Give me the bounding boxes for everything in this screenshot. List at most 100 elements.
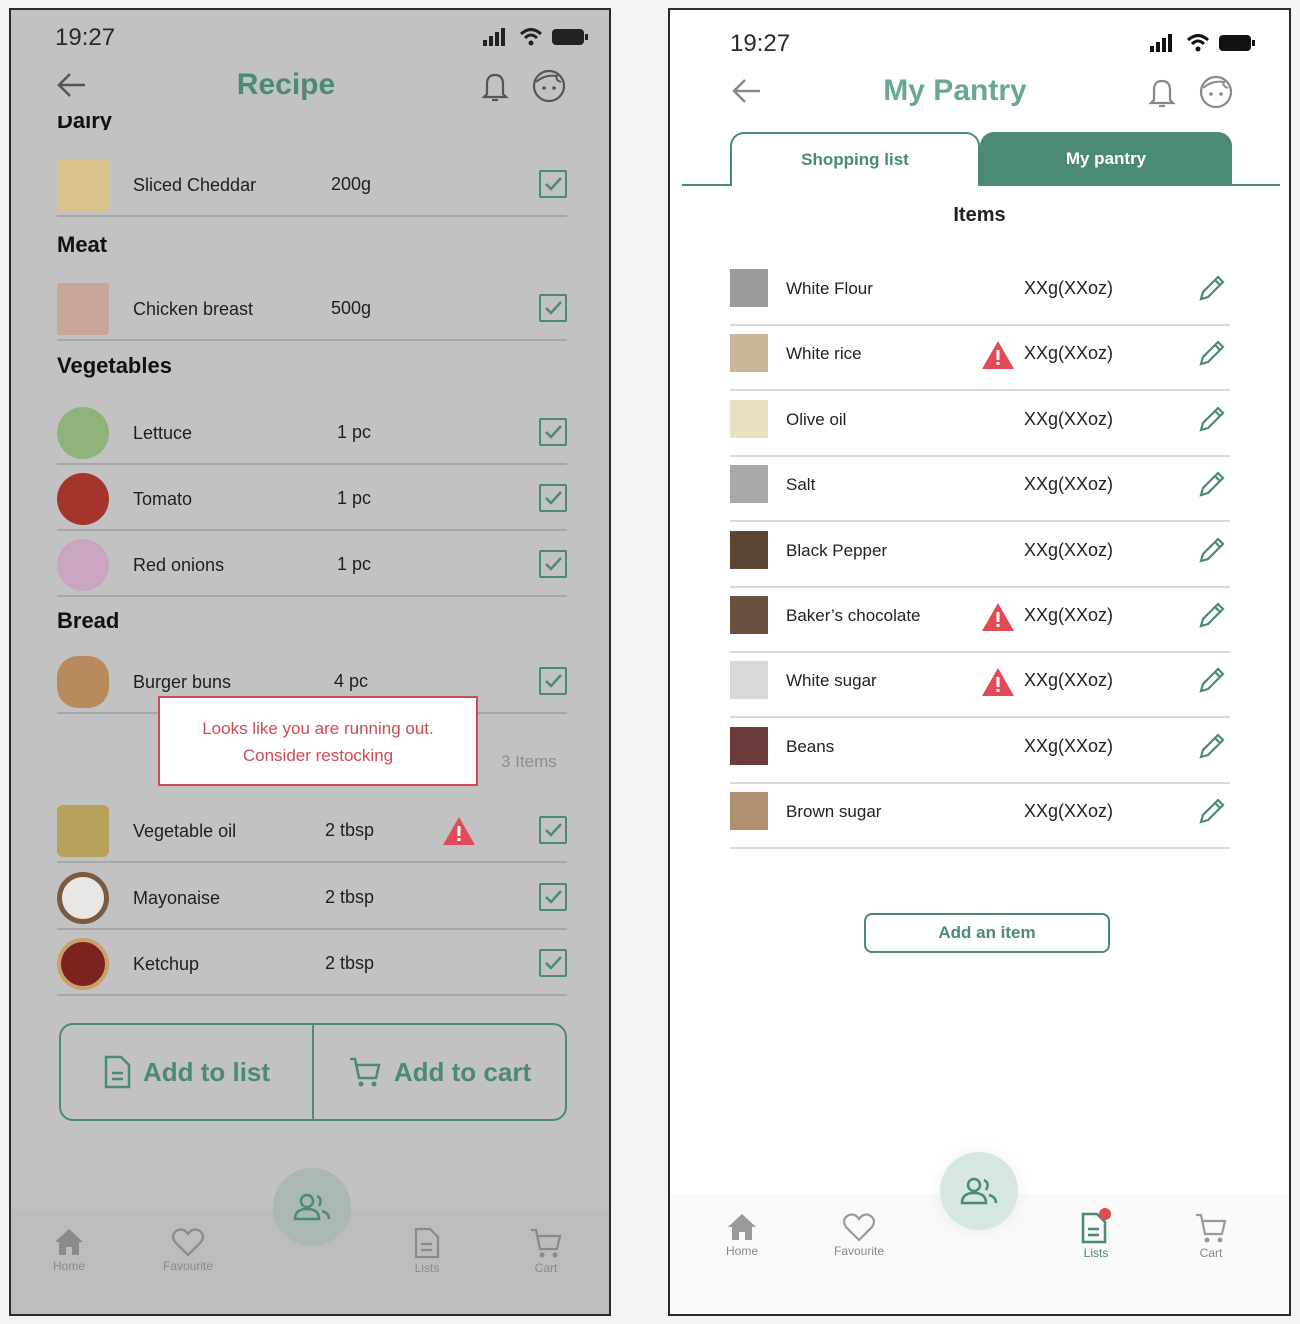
people-icon bbox=[960, 1177, 998, 1205]
checkbox-checked[interactable] bbox=[539, 883, 567, 911]
nav-lists-active[interactable]: Lists bbox=[1080, 1208, 1112, 1260]
items-count: 3 Items bbox=[501, 752, 557, 771]
nav-home-label: Home bbox=[726, 1244, 759, 1258]
tooltip-line-1: Looks like you are running out. bbox=[202, 719, 434, 738]
nav-home[interactable]: Home bbox=[53, 1227, 85, 1273]
nav-cart-label: Cart bbox=[1199, 1246, 1223, 1260]
bell-icon[interactable] bbox=[479, 70, 511, 104]
checkbox-checked[interactable] bbox=[539, 949, 567, 977]
edit-pencil-icon[interactable] bbox=[1196, 403, 1228, 435]
list-icon bbox=[414, 1227, 440, 1259]
ingredient-qty: 1 pc bbox=[337, 488, 372, 508]
item-amount: XXg(XXoz) bbox=[1024, 735, 1114, 756]
lettuce-thumbnail bbox=[57, 407, 109, 459]
profile-avatar-icon[interactable] bbox=[1198, 74, 1234, 110]
nav-lists-label: Lists bbox=[1083, 1246, 1109, 1260]
checkbox-checked[interactable] bbox=[539, 816, 567, 844]
nav-cart[interactable]: Cart bbox=[529, 1227, 563, 1275]
category-meat: Meat bbox=[57, 232, 108, 257]
nav-lists[interactable]: Lists bbox=[413, 1227, 441, 1275]
ingredient-row: Vegetable oil 2 tbsp bbox=[57, 797, 567, 863]
edit-pencil-icon[interactable] bbox=[1196, 599, 1228, 631]
signal-icon bbox=[1150, 34, 1172, 52]
nav-lists-label: Lists bbox=[414, 1261, 440, 1275]
edit-pencil-icon[interactable] bbox=[1196, 468, 1228, 500]
ingredient-qty: 2 tbsp bbox=[325, 887, 375, 907]
wifi-icon bbox=[1186, 34, 1210, 52]
warning-icon bbox=[982, 603, 1014, 631]
checkbox-checked[interactable] bbox=[539, 667, 567, 695]
ingredient-row: Lettuce 1 pc bbox=[57, 399, 567, 465]
community-fab[interactable] bbox=[273, 1168, 351, 1246]
checkbox-checked[interactable] bbox=[539, 418, 567, 446]
tab-shopping-list[interactable]: Shopping list bbox=[730, 132, 980, 186]
ingredient-qty: 2 tbsp bbox=[325, 953, 375, 973]
item-amount: XXg(XXoz) bbox=[1024, 670, 1114, 691]
nav-cart[interactable]: Cart bbox=[1194, 1212, 1228, 1260]
item-thumbnail bbox=[730, 726, 768, 765]
add-to-list-button[interactable]: Add to list bbox=[61, 1025, 312, 1119]
item-name: Beans bbox=[786, 736, 835, 756]
item-thumbnail bbox=[730, 399, 768, 438]
heart-icon bbox=[843, 1213, 876, 1242]
ingredient-row: Tomato 1 pc bbox=[57, 465, 567, 531]
home-icon bbox=[55, 1229, 83, 1255]
pantry-item-row: Black Pepper XXg(XXoz) bbox=[730, 522, 1230, 588]
community-fab[interactable] bbox=[940, 1152, 1018, 1230]
item-name: Olive oil bbox=[786, 409, 847, 429]
wifi-icon bbox=[519, 28, 543, 46]
edit-pencil-icon[interactable] bbox=[1196, 272, 1228, 304]
profile-avatar-icon[interactable] bbox=[531, 68, 567, 104]
edit-pencil-icon[interactable] bbox=[1196, 795, 1228, 827]
edit-pencil-icon[interactable] bbox=[1196, 534, 1228, 566]
item-name: White rice bbox=[786, 344, 862, 364]
add-to-cart-button[interactable]: Add to cart bbox=[312, 1025, 565, 1119]
item-name: Brown sugar bbox=[786, 802, 882, 822]
ingredient-name: Lettuce bbox=[133, 423, 193, 443]
items-heading: Items bbox=[953, 204, 1006, 226]
nav-favourite[interactable]: Favourite bbox=[163, 1227, 213, 1273]
tomato-thumbnail bbox=[57, 473, 109, 525]
pantry-item-row: White rice XXg(XXoz) bbox=[730, 325, 1230, 392]
warning-icon bbox=[443, 817, 475, 845]
ingredient-name: Ketchup bbox=[133, 954, 200, 974]
edit-pencil-icon[interactable] bbox=[1196, 664, 1228, 696]
nav-home[interactable]: Home bbox=[726, 1212, 758, 1258]
nav-favourite-label: Favourite bbox=[834, 1244, 885, 1258]
ingredient-name: Vegetable oil bbox=[133, 821, 237, 841]
ingredient-name: Red onions bbox=[133, 555, 225, 575]
checkbox-checked[interactable] bbox=[539, 550, 567, 578]
ingredient-qty: 1 pc bbox=[337, 422, 372, 442]
heart-icon bbox=[172, 1228, 205, 1257]
ingredient-qty: 4 pc bbox=[334, 671, 369, 691]
ingredient-name: Tomato bbox=[133, 489, 193, 509]
add-item-button[interactable]: Add an item bbox=[864, 913, 1110, 953]
checkbox-checked[interactable] bbox=[539, 484, 567, 512]
item-thumbnail bbox=[730, 596, 768, 634]
status-time: 19:27 bbox=[730, 30, 791, 57]
tab-bar: Shopping list My pantry bbox=[682, 132, 1280, 186]
checkbox-checked[interactable] bbox=[539, 170, 567, 198]
chicken-thumbnail bbox=[57, 283, 109, 335]
ingredient-qty: 1 pc bbox=[337, 554, 372, 574]
edit-pencil-icon[interactable] bbox=[1196, 730, 1228, 762]
back-arrow-icon[interactable] bbox=[55, 70, 89, 100]
status-time: 19:27 bbox=[55, 24, 116, 51]
action-buttons: Add to list Add to cart bbox=[59, 1023, 567, 1121]
edit-pencil-icon[interactable] bbox=[1196, 337, 1228, 369]
signal-icon bbox=[483, 28, 505, 46]
item-thumbnail bbox=[730, 661, 768, 700]
nav-favourite[interactable]: Favourite bbox=[834, 1212, 884, 1258]
item-name: White Flour bbox=[786, 279, 873, 298]
item-amount: XXg(XXoz) bbox=[1024, 539, 1114, 560]
bell-icon[interactable] bbox=[1146, 76, 1178, 110]
item-thumbnail bbox=[730, 792, 768, 831]
item-thumbnail bbox=[730, 334, 768, 373]
nav-cart-label: Cart bbox=[534, 1261, 558, 1275]
ingredient-name: Sliced Cheddar bbox=[133, 175, 257, 195]
back-arrow-icon[interactable] bbox=[730, 76, 764, 106]
checkbox-checked[interactable] bbox=[539, 294, 567, 322]
tab-my-pantry[interactable]: My pantry bbox=[980, 132, 1232, 186]
item-thumbnail bbox=[730, 530, 768, 569]
pantry-item-row: White sugar XXg(XXoz) bbox=[730, 652, 1230, 719]
